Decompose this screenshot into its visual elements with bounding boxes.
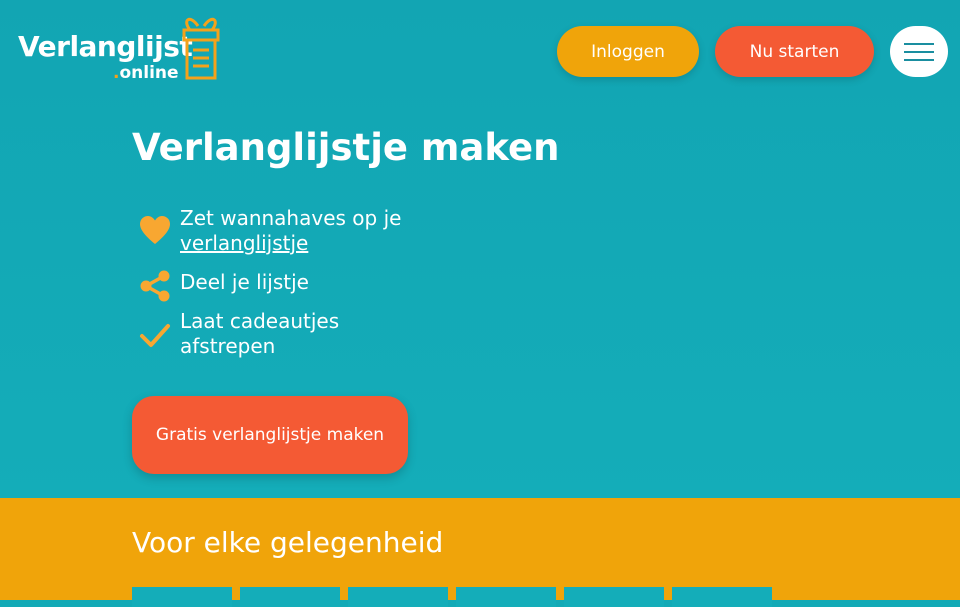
occasion-tile[interactable] [348, 587, 448, 607]
gift-icon [182, 17, 220, 80]
wishlist-link[interactable]: verlanglijstje [180, 231, 308, 255]
logo-sub-label: online [119, 63, 179, 83]
feature-item-wishlist: Zet wannahaves op je verlanglijstje [138, 206, 418, 258]
occasion-tile[interactable] [456, 587, 556, 607]
occasion-tile[interactable] [240, 587, 340, 607]
feature-text: Laat cadeautjes afstrepen [180, 309, 340, 358]
menu-line-icon [904, 42, 934, 45]
site-logo[interactable]: Verlanglijst .online [18, 16, 228, 86]
menu-line-icon [904, 50, 934, 53]
logo-subtext: .online [113, 63, 179, 83]
create-wishlist-button[interactable]: Gratis verlanglijstje maken [132, 396, 408, 474]
feature-text-before: Zet wannahaves op je [180, 206, 402, 230]
check-icon [140, 324, 170, 347]
occasion-section: Voor elke gelegenheid [0, 498, 960, 607]
share-icon [140, 270, 170, 302]
feature-text: Deel je lijstje [180, 270, 309, 294]
occasion-tiles [132, 587, 772, 607]
occasion-tile[interactable] [564, 587, 664, 607]
feature-text: Zet wannahaves op je verlanglijstje [180, 206, 410, 256]
heart-icon [140, 216, 170, 244]
section-title: Voor elke gelegenheid [132, 526, 444, 559]
feature-item-share: Deel je lijstje [138, 270, 418, 302]
occasion-tile[interactable] [672, 587, 772, 607]
hamburger-menu-button[interactable] [890, 26, 948, 77]
logo-text: Verlanglijst [18, 30, 193, 63]
start-button[interactable]: Nu starten [715, 26, 874, 77]
menu-line-icon [904, 58, 934, 61]
login-button[interactable]: Inloggen [557, 26, 699, 77]
hero-section: Verlanglijst .online Inloggen Nu starten… [0, 0, 960, 498]
feature-item-checkoff: Laat cadeautjes afstrepen [138, 309, 418, 361]
page-title: Verlanglijstje maken [132, 126, 560, 169]
occasion-tile[interactable] [132, 587, 232, 607]
